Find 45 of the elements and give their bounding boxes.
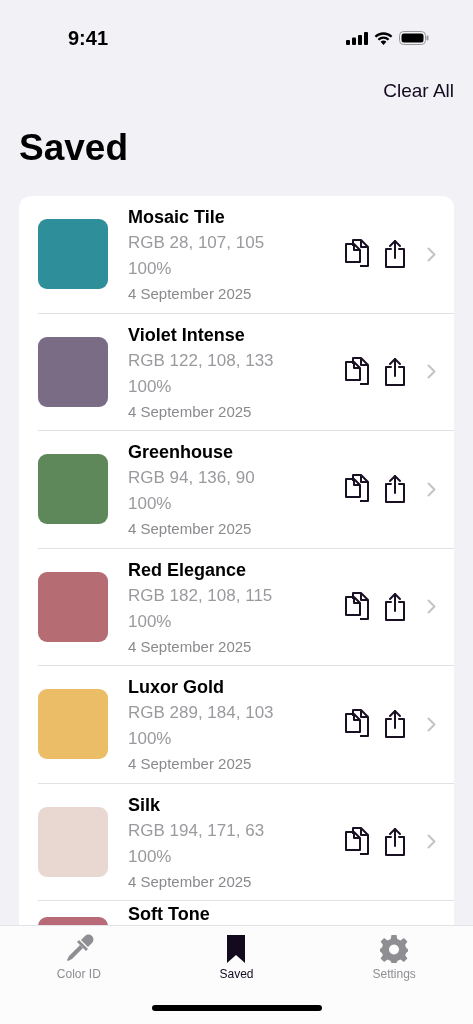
battery-icon xyxy=(399,31,429,45)
saved-date: 4 September 2025 xyxy=(128,871,253,892)
rgb-value: RGB 194, 171, 63 xyxy=(128,819,266,842)
opacity-value: 100% xyxy=(128,728,173,750)
opacity-value: 100% xyxy=(128,375,173,398)
opacity-value: 100% xyxy=(128,493,173,515)
copy-icon[interactable] xyxy=(343,238,371,270)
copy-icon[interactable] xyxy=(343,708,371,740)
opacity-value: 100% xyxy=(128,610,173,633)
share-icon[interactable] xyxy=(383,591,407,622)
saved-date: 4 September 2025 xyxy=(128,636,253,657)
share-icon[interactable] xyxy=(383,239,407,269)
color-name: Violet Intense xyxy=(128,323,246,347)
tab[interactable]: Saved xyxy=(181,932,292,983)
saved-date: 4 September 2025 xyxy=(128,401,253,422)
saved-date: 4 September 2025 xyxy=(128,284,253,304)
saved-date: 4 September 2025 xyxy=(128,519,253,539)
copy-icon[interactable] xyxy=(343,590,371,623)
color-name: Silk xyxy=(128,793,162,817)
rgb-value: RGB 182, 108, 115 xyxy=(128,584,274,607)
rgb-value: RGB 289, 184, 103 xyxy=(128,702,275,724)
share-icon[interactable] xyxy=(383,356,407,387)
rgb-value: RGB 94, 136, 90 xyxy=(128,467,256,489)
color-name: Greenhouse xyxy=(128,441,235,464)
color-name: Luxor Gold xyxy=(128,676,225,699)
opacity-value: 100% xyxy=(128,258,173,280)
opacity-value: 100% xyxy=(128,845,173,868)
rgb-value: RGB 28, 107, 105 xyxy=(128,232,266,254)
copy-icon[interactable] xyxy=(343,825,371,858)
copy-icon[interactable] xyxy=(343,473,371,505)
settings-icon xyxy=(379,934,410,964)
color-name: Red Elegance xyxy=(128,558,248,582)
share-icon[interactable] xyxy=(383,474,407,504)
wifi-icon xyxy=(374,31,393,45)
rgb-value: RGB 122, 108, 133 xyxy=(128,349,275,372)
share-icon[interactable] xyxy=(383,826,407,857)
status-time: 9:41 xyxy=(68,26,109,50)
share-icon[interactable] xyxy=(383,709,407,739)
page-title: Saved xyxy=(19,126,129,170)
color-name: Soft Tone xyxy=(128,904,211,924)
color-name: Mosaic Tile xyxy=(128,206,226,229)
signal-icon xyxy=(346,31,368,45)
saved-date: 4 September 2025 xyxy=(128,754,253,774)
copy-icon[interactable] xyxy=(343,355,371,388)
clear-all-button[interactable]: Clear All xyxy=(383,80,454,102)
